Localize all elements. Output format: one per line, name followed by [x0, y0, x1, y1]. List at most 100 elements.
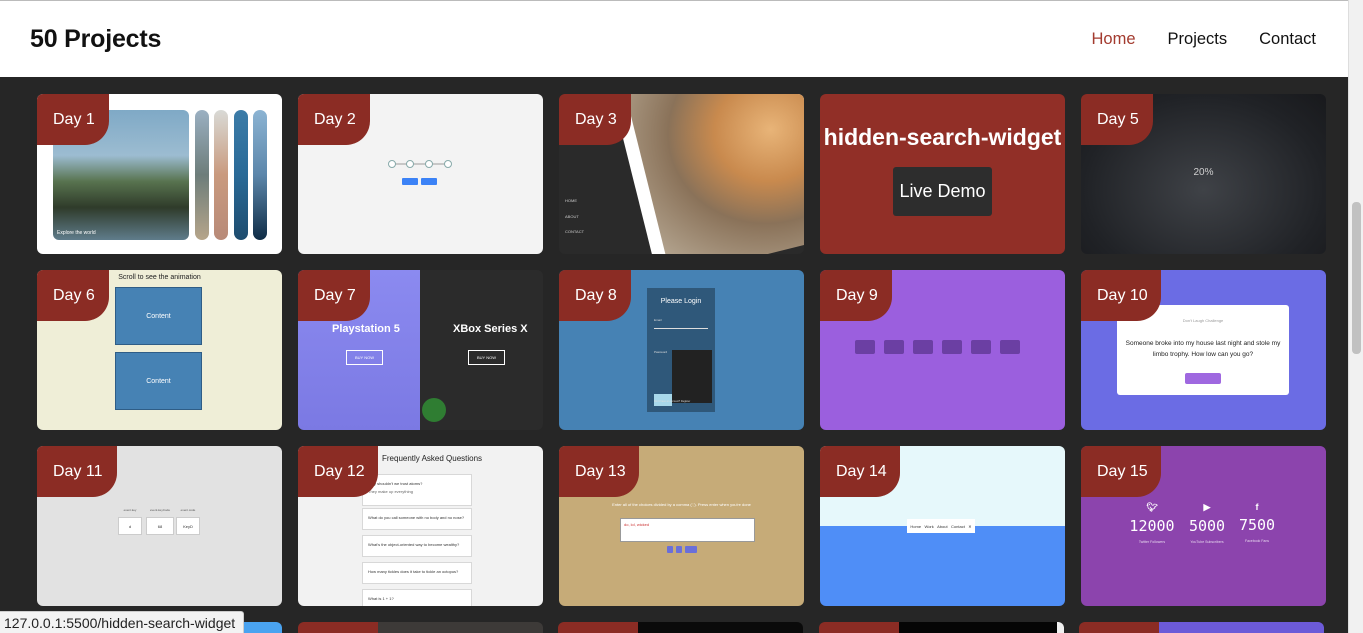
- nav-links: Home Projects Contact: [1092, 30, 1317, 49]
- project-card-peek[interactable]: [558, 622, 803, 633]
- navbar: 50 Projects Home Projects Contact: [0, 0, 1348, 77]
- next-button-preview: [421, 178, 437, 185]
- day-badge: Day 9: [820, 270, 892, 321]
- login-title: Please Login: [660, 298, 702, 305]
- project-card-day-4[interactable]: hidden-search-widget Live Demo: [820, 94, 1065, 254]
- joke-text: Someone broke into my house last night a…: [1125, 340, 1281, 358]
- key-label: event.code: [180, 508, 196, 512]
- project-card-day-11[interactable]: Day 11 event.key d event.keyCode 68 even…: [37, 446, 282, 606]
- key-label: event.keyCode: [149, 508, 170, 512]
- email-label: Email: [654, 318, 662, 322]
- autofill-list: [672, 350, 712, 403]
- prev-button-preview: [402, 178, 418, 185]
- twitter-icon: 🐦︎: [1146, 502, 1158, 512]
- day-badge: Day 15: [1081, 446, 1161, 497]
- project-card-day-2[interactable]: Day 2: [298, 94, 543, 254]
- project-card-peek[interactable]: [1079, 622, 1324, 633]
- day-badge: Day 14: [820, 446, 900, 497]
- day-badge: Day 1: [37, 94, 109, 145]
- sound-chip: [913, 340, 933, 354]
- project-title: hidden-search-widget: [823, 124, 1062, 150]
- faq-answer: They make up everything: [368, 489, 413, 494]
- progress-step: [425, 160, 433, 168]
- sound-chip: [971, 340, 991, 354]
- faq-question: What do you call someone with no body an…: [368, 515, 465, 520]
- projects-grid: Day 1 Explore the world Day 2 Day 3 HOME…: [37, 94, 1326, 606]
- nav-item: Work: [924, 523, 934, 529]
- choices-textarea: do, lol, wicked: [620, 518, 755, 542]
- browser-status-url: 127.0.0.1:5500/hidden-search-widget: [0, 611, 245, 633]
- faq-item: What's the object-oriented way to become…: [362, 535, 472, 557]
- day-badge: Day 5: [1081, 94, 1153, 145]
- password-label: Password: [654, 350, 668, 354]
- nav-item: About: [937, 523, 948, 529]
- textarea-value: do, lol, wicked: [624, 522, 650, 527]
- progress-step: [444, 160, 452, 168]
- nav-item: Home: [910, 523, 922, 529]
- key-info-box: event.keyCode 68: [146, 508, 174, 535]
- brand-title[interactable]: 50 Projects: [30, 25, 161, 54]
- key-value: KeyD: [176, 517, 200, 535]
- xbox-logo-icon: [422, 398, 446, 422]
- register-text: Don't have an account? Register: [654, 400, 691, 403]
- buy-now-button-preview: BUY NOW: [346, 350, 383, 365]
- panel-strip: [195, 110, 209, 240]
- progress-step: [406, 160, 414, 168]
- project-card-day-9[interactable]: Day 9: [820, 270, 1065, 430]
- faq-item: How many tickles does it take to tickle …: [362, 562, 472, 584]
- content-box: Content: [115, 287, 202, 345]
- email-underline: [654, 328, 708, 329]
- close-icon: ✕: [968, 523, 972, 529]
- content-box: Content: [115, 352, 202, 410]
- progress-line: [392, 163, 448, 165]
- day-badge: Day 12: [298, 446, 378, 497]
- project-card-day-8[interactable]: Day 8 Please Login Email Password Don't …: [559, 270, 804, 430]
- day-badge: Day 3: [559, 94, 631, 145]
- day-badge: Day 2: [298, 94, 370, 145]
- project-card-day-7[interactable]: Day 7 Playstation 5 XBox Series X BUY NO…: [298, 270, 543, 430]
- faq-question: How many tickles does it take to tickle …: [368, 569, 459, 574]
- animated-nav-preview: Home Work About Contact ✕: [907, 519, 975, 533]
- project-card-day-1[interactable]: Day 1 Explore the world: [37, 94, 282, 254]
- day-badge: Day 13: [559, 446, 639, 497]
- project-card-day-5[interactable]: Day 5 20%: [1081, 94, 1326, 254]
- facebook-icon: f: [1255, 502, 1259, 512]
- faq-item: What is 1 + 1?: [362, 589, 472, 606]
- day-badge: Day 8: [559, 270, 631, 321]
- sound-chip: [884, 340, 904, 354]
- project-card-day-13[interactable]: Day 13 Enter all of the choices divided …: [559, 446, 804, 606]
- nav-link-contact[interactable]: Contact: [1259, 30, 1316, 49]
- project-card-day-3[interactable]: Day 3 HOME ABOUT CONTACT: [559, 94, 804, 254]
- faq-title: Frequently Asked Questions: [382, 454, 483, 463]
- nav-link-projects[interactable]: Projects: [1168, 30, 1228, 49]
- login-form-preview: Please Login Email Password Don't have a…: [647, 288, 715, 412]
- faq-item: Why shouldn't we trust atoms? They make …: [362, 474, 472, 506]
- menu-item-home: HOME: [565, 198, 577, 203]
- project-card-day-15[interactable]: Day 15 🐦︎ 12000 Twitter Followers ▶ 5000…: [1081, 446, 1326, 606]
- xbox-title: XBox Series X: [453, 323, 528, 335]
- live-demo-button[interactable]: Live Demo: [893, 167, 992, 216]
- nav-item: Contact: [951, 523, 965, 529]
- counter: 🐦︎ 12000 Twitter Followers: [1122, 502, 1182, 544]
- panel-strip: [234, 110, 248, 240]
- counter-value: 7500: [1238, 516, 1276, 534]
- sound-chip: [1000, 340, 1020, 354]
- counter: f 7500 Facebook Fans: [1227, 502, 1287, 543]
- sound-chip: [855, 340, 875, 354]
- nav-link-home[interactable]: Home: [1092, 30, 1136, 49]
- get-joke-button-preview: [1185, 373, 1221, 384]
- key-label: event.key: [123, 508, 137, 512]
- project-card-day-12[interactable]: Day 12 Frequently Asked Questions Why sh…: [298, 446, 543, 606]
- project-card-day-10[interactable]: Day 10 Don't Laugh Challenge Someone bro…: [1081, 270, 1326, 430]
- scrollbar-thumb[interactable]: [1352, 202, 1361, 354]
- project-card-peek[interactable]: [298, 622, 543, 633]
- day-badge: Day 7: [298, 270, 370, 321]
- project-card-day-14[interactable]: Day 14 Home Work About Contact ✕: [820, 446, 1065, 606]
- project-card-peek[interactable]: [819, 622, 1064, 633]
- faq-question: Why shouldn't we trust atoms?: [368, 481, 423, 486]
- project-card-day-6[interactable]: Day 6 Scroll to see the animation Conten…: [37, 270, 282, 430]
- faq-question: What is 1 + 1?: [368, 596, 394, 601]
- preview-bottom: [820, 526, 1065, 606]
- panel-strip: [214, 110, 228, 240]
- page-scrollbar[interactable]: [1348, 0, 1363, 633]
